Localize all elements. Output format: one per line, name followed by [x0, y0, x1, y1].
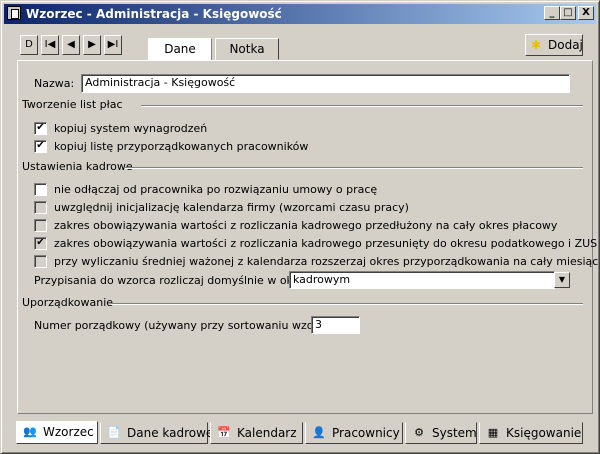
separator: [125, 167, 583, 169]
nav-next-button[interactable]: ▶: [83, 35, 101, 55]
nav-first-record-button[interactable]: I◀: [41, 35, 59, 55]
employees-icon: 👤: [312, 426, 326, 439]
bottom-tab-pracownicy[interactable]: 👤 Pracownicy: [305, 422, 403, 444]
checkbox-hr-calendar[interactable]: [34, 201, 47, 214]
name-label: Nazwa:: [34, 77, 75, 90]
bottom-tab-wzorzec[interactable]: 👥 Wzorzec: [16, 421, 98, 444]
order-label: Numer porządkowy (używany przy sortowani…: [34, 319, 348, 332]
assign-select[interactable]: kadrowym: [289, 271, 555, 289]
tab-dane[interactable]: Dane: [148, 38, 212, 61]
checkbox-hr-weighted[interactable]: [34, 255, 47, 268]
assign-label: Przypisania do wzorca rozliczaj domyślni…: [34, 274, 324, 287]
star-icon: ✱: [531, 38, 542, 52]
add-button[interactable]: ✱ Dodaj: [525, 34, 583, 56]
bottom-tab-ksiegowanie[interactable]: ▦ Księgowanie: [479, 422, 583, 444]
maximize-button[interactable]: □: [560, 6, 576, 20]
window-title: Wzorzec - Administracja - Księgowość: [26, 7, 282, 21]
section-title-hr: Ustawienia kadrowe: [22, 160, 133, 173]
bottom-tab-kalendarz[interactable]: 📅 Kalendarz: [210, 422, 303, 444]
chevron-down-icon[interactable]: ▼: [554, 272, 570, 288]
separator: [111, 303, 583, 305]
label-hr-extend: zakres obowiązywania wartości z rozlicza…: [54, 219, 558, 232]
label-hr-shift: zakres obowiązywania wartości z rozlicza…: [54, 237, 598, 250]
checkbox-hr-detach[interactable]: [34, 183, 47, 196]
name-input[interactable]: Administracja - Księgowość: [81, 74, 570, 93]
section-title-order: Uporządkowanie: [22, 296, 114, 309]
main-window: Wzorzec - Administracja - Księgowość _ □…: [0, 0, 600, 454]
bottom-tab-system[interactable]: ⚙ System: [405, 422, 477, 444]
minimize-button[interactable]: _: [544, 6, 560, 20]
label-hr-weighted: przy wyliczaniu średniej ważonej z kalen…: [54, 255, 599, 268]
add-button-label: Dodaj: [548, 38, 583, 52]
document-icon: 📄: [107, 426, 121, 439]
nav-first-button[interactable]: D: [20, 35, 38, 55]
checkbox-hr-extend[interactable]: [34, 219, 47, 232]
tab-notka[interactable]: Notka: [215, 38, 279, 60]
label-copy-salary: kopiuj system wynagrodzeń: [54, 122, 208, 135]
checkbox-hr-shift[interactable]: ✔: [34, 237, 47, 250]
bottom-tab-dane-kadrowe[interactable]: 📄 Dane kadrowe: [100, 422, 213, 444]
people-icon: 👥: [23, 425, 37, 438]
label-copy-employees: kopiuj listę przyporządkowanych pracowni…: [54, 140, 309, 153]
nav-last-button[interactable]: ▶I: [104, 35, 122, 55]
label-hr-detach: nie odłączaj od pracownika po rozwiązani…: [54, 183, 378, 196]
close-button[interactable]: X: [578, 6, 594, 20]
label-hr-calendar: uwzględnij inicjalizację kalendarza firm…: [54, 201, 409, 214]
order-input[interactable]: 3: [311, 316, 360, 334]
nav-prev-button[interactable]: ◀: [62, 35, 80, 55]
title-bar[interactable]: Wzorzec - Administracja - Księgowość _ □…: [4, 4, 596, 24]
app-icon: [7, 6, 21, 20]
system-icon: ⚙: [414, 426, 424, 439]
calendar-icon: 📅: [217, 426, 231, 439]
separator: [141, 105, 583, 107]
checkbox-copy-salary[interactable]: ✔: [34, 122, 47, 135]
ledger-icon: ▦: [487, 426, 499, 439]
section-title-payroll: Tworzenie list płac: [22, 98, 123, 111]
checkbox-copy-employees[interactable]: ✔: [34, 140, 47, 153]
